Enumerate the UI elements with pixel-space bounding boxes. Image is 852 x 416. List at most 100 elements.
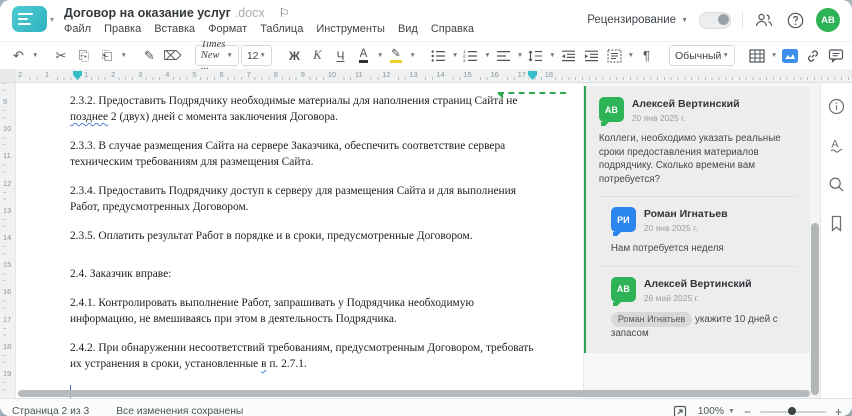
comment-author: Алексей Вертинский: [631, 98, 740, 110]
user-avatar[interactable]: АВ: [816, 8, 840, 32]
collaborators-icon[interactable]: [754, 10, 774, 30]
info-icon[interactable]: [828, 97, 846, 115]
menu-item-формат[interactable]: Формат: [208, 23, 247, 35]
bookmark-icon[interactable]: [828, 214, 846, 232]
app-logo-icon[interactable]: [12, 6, 47, 32]
document-page[interactable]: 2.3.2. Предоставить Подрядчику необходим…: [15, 83, 583, 401]
zoom-select[interactable]: 100% ▼: [698, 406, 735, 416]
insert-table-button[interactable]: [747, 45, 768, 66]
svg-text:А: А: [831, 138, 839, 150]
paste-button[interactable]: ⎗: [96, 45, 117, 66]
ruler-number: 11: [353, 69, 365, 80]
bullet-list-button[interactable]: [428, 45, 449, 66]
numbered-list-button[interactable]: 123: [460, 45, 481, 66]
show-formatting-marks-button[interactable]: ¶: [636, 45, 657, 66]
comment-reply[interactable]: РИ Роман Игнатьев 20 янв 2025 г. Нам потреб…: [610, 207, 797, 256]
menu-item-файл[interactable]: Файл: [64, 23, 91, 35]
insert-table-caret-icon[interactable]: ▼: [771, 52, 777, 59]
decrease-indent-button[interactable]: [558, 45, 579, 66]
vertical-ruler[interactable]: 91011121314151617181920: [0, 83, 16, 407]
indent-marker-right[interactable]: [528, 71, 537, 80]
fit-width-icon[interactable]: [671, 403, 689, 416]
insert-image-button[interactable]: [779, 45, 800, 66]
ruler-number: 9: [298, 69, 307, 80]
numbered-list-caret-icon[interactable]: ▼: [484, 52, 490, 59]
paragraph[interactable]: 2.4. Заказчик вправе:: [70, 266, 542, 282]
vertical-scrollbar-thumb[interactable]: [811, 223, 820, 395]
zoom-slider-knob[interactable]: [787, 407, 796, 415]
underline-button[interactable]: Ч: [330, 45, 351, 66]
bullet-list-caret-icon[interactable]: ▼: [452, 52, 458, 59]
paragraph[interactable]: 2.4.1. Контролировать выполнение Работ, …: [70, 295, 542, 327]
paragraph[interactable]: 2.3.5. Оплатить результат Работ в порядк…: [70, 228, 542, 244]
comment-avatar: АВ: [610, 276, 636, 306]
copy-button[interactable]: ⎘: [73, 45, 94, 66]
flag-icon[interactable]: ⚐: [279, 6, 290, 20]
cut-button[interactable]: ✂: [50, 45, 71, 66]
horizontal-scrollbar-thumb[interactable]: [18, 390, 810, 397]
comment-avatar: РИ: [610, 207, 636, 236]
paragraph[interactable]: 2.3.4. Предоставить Подрядчику доступ к …: [70, 183, 542, 215]
format-painter-button[interactable]: ✎: [139, 45, 160, 66]
paragraph-settings-caret-icon[interactable]: ▼: [628, 52, 634, 59]
menu-item-инструменты[interactable]: Инструменты: [316, 23, 385, 35]
undo-button[interactable]: ↶: [8, 45, 29, 66]
divider: [742, 11, 743, 29]
align-button[interactable]: [493, 45, 514, 66]
indent-marker-left[interactable]: [73, 71, 82, 80]
menu-item-справка[interactable]: Справка: [431, 23, 474, 35]
paste-caret-icon[interactable]: ▼: [120, 52, 126, 59]
bold-button[interactable]: Ж: [284, 45, 305, 66]
mention-pill[interactable]: Роман Игнатьев: [610, 311, 693, 327]
font-color-button[interactable]: А: [358, 48, 369, 63]
menu-item-таблица[interactable]: Таблица: [260, 23, 303, 35]
review-mode-dropdown[interactable]: Рецензирование ▼: [587, 14, 688, 26]
paragraph[interactable]: 2.4.2. При обнаружении несоответствий тр…: [70, 340, 542, 372]
review-toggle[interactable]: [699, 11, 731, 29]
menu-item-вставка[interactable]: Вставка: [154, 23, 195, 35]
chevron-down-icon: ▼: [226, 52, 233, 59]
comment-thread[interactable]: АВ Алексей Вертинский 20 янв 2025 г. Коллег…: [583, 86, 810, 353]
comment-date: 20 янв 2025 г.: [643, 223, 698, 233]
page-indicator[interactable]: Страница 2 из 3: [12, 406, 89, 416]
insert-link-button[interactable]: [802, 45, 823, 66]
comment[interactable]: АВ Алексей Вертинский 20 янв 2025 г. Коллег…: [598, 97, 797, 186]
font-family-select[interactable]: Times New ... ▼: [194, 39, 239, 72]
search-icon[interactable]: [828, 175, 846, 193]
align-caret-icon[interactable]: ▼: [517, 52, 523, 59]
highlight-color-button[interactable]: ✎: [390, 48, 402, 63]
paragraph[interactable]: 2.3.3. В случае размещения Сайта на серв…: [70, 138, 542, 170]
logo-caret-icon[interactable]: ▾: [50, 15, 54, 24]
line-spacing-caret-icon[interactable]: ▼: [549, 52, 555, 59]
style-value: Обычный: [675, 49, 722, 62]
increase-indent-button[interactable]: [581, 45, 602, 66]
highlight-caret-icon[interactable]: ▼: [409, 52, 415, 59]
spellcheck-icon[interactable]: А: [828, 136, 846, 154]
menu-item-правка[interactable]: Правка: [104, 23, 141, 35]
help-icon[interactable]: [785, 10, 805, 30]
comment-text: Коллеги, необходимо указать реальные сро…: [598, 133, 781, 185]
insert-comment-button[interactable]: [825, 45, 846, 66]
paragraph-settings-button[interactable]: [604, 45, 625, 66]
paragraph[interactable]: 2.3.2. Предоставить Подрядчику необходим…: [70, 93, 542, 125]
zoom-slider[interactable]: [759, 407, 826, 415]
font-size-select[interactable]: 12 ▼: [240, 45, 272, 66]
horizontal-ruler[interactable]: 2 1 1 2 3 4 5 6 7 8 9 10 11 12 13 14 15 16 17 18: [16, 69, 852, 82]
paragraph-style-select[interactable]: Обычный ▼: [669, 45, 735, 66]
line-spacing-button[interactable]: [525, 45, 546, 66]
ruler-number: 11: [3, 150, 11, 162]
more-tools-button[interactable]: ⋯: [848, 45, 852, 66]
vertical-scrollbar[interactable]: [809, 83, 821, 398]
undo-caret-icon[interactable]: ▼: [32, 52, 38, 59]
spellcheck-marked-text[interactable]: позднее: [70, 111, 108, 123]
menu-item-вид[interactable]: Вид: [398, 23, 418, 35]
italic-button[interactable]: К: [307, 45, 328, 66]
comment-date: 26 май 2025 г.: [643, 292, 700, 303]
font-color-caret-icon[interactable]: ▼: [377, 52, 383, 59]
zoom-in-button[interactable]: +: [835, 406, 842, 416]
comment-reply[interactable]: АВ Алексей Вертинский 26 май 2025 г. Роман …: [610, 276, 797, 341]
document-text[interactable]: 2.3.2. Предоставить Подрядчику необходим…: [69, 93, 542, 401]
ruler-number: 1: [43, 69, 52, 80]
clear-format-button[interactable]: ⌦: [162, 45, 183, 66]
zoom-out-button[interactable]: −: [744, 406, 751, 416]
